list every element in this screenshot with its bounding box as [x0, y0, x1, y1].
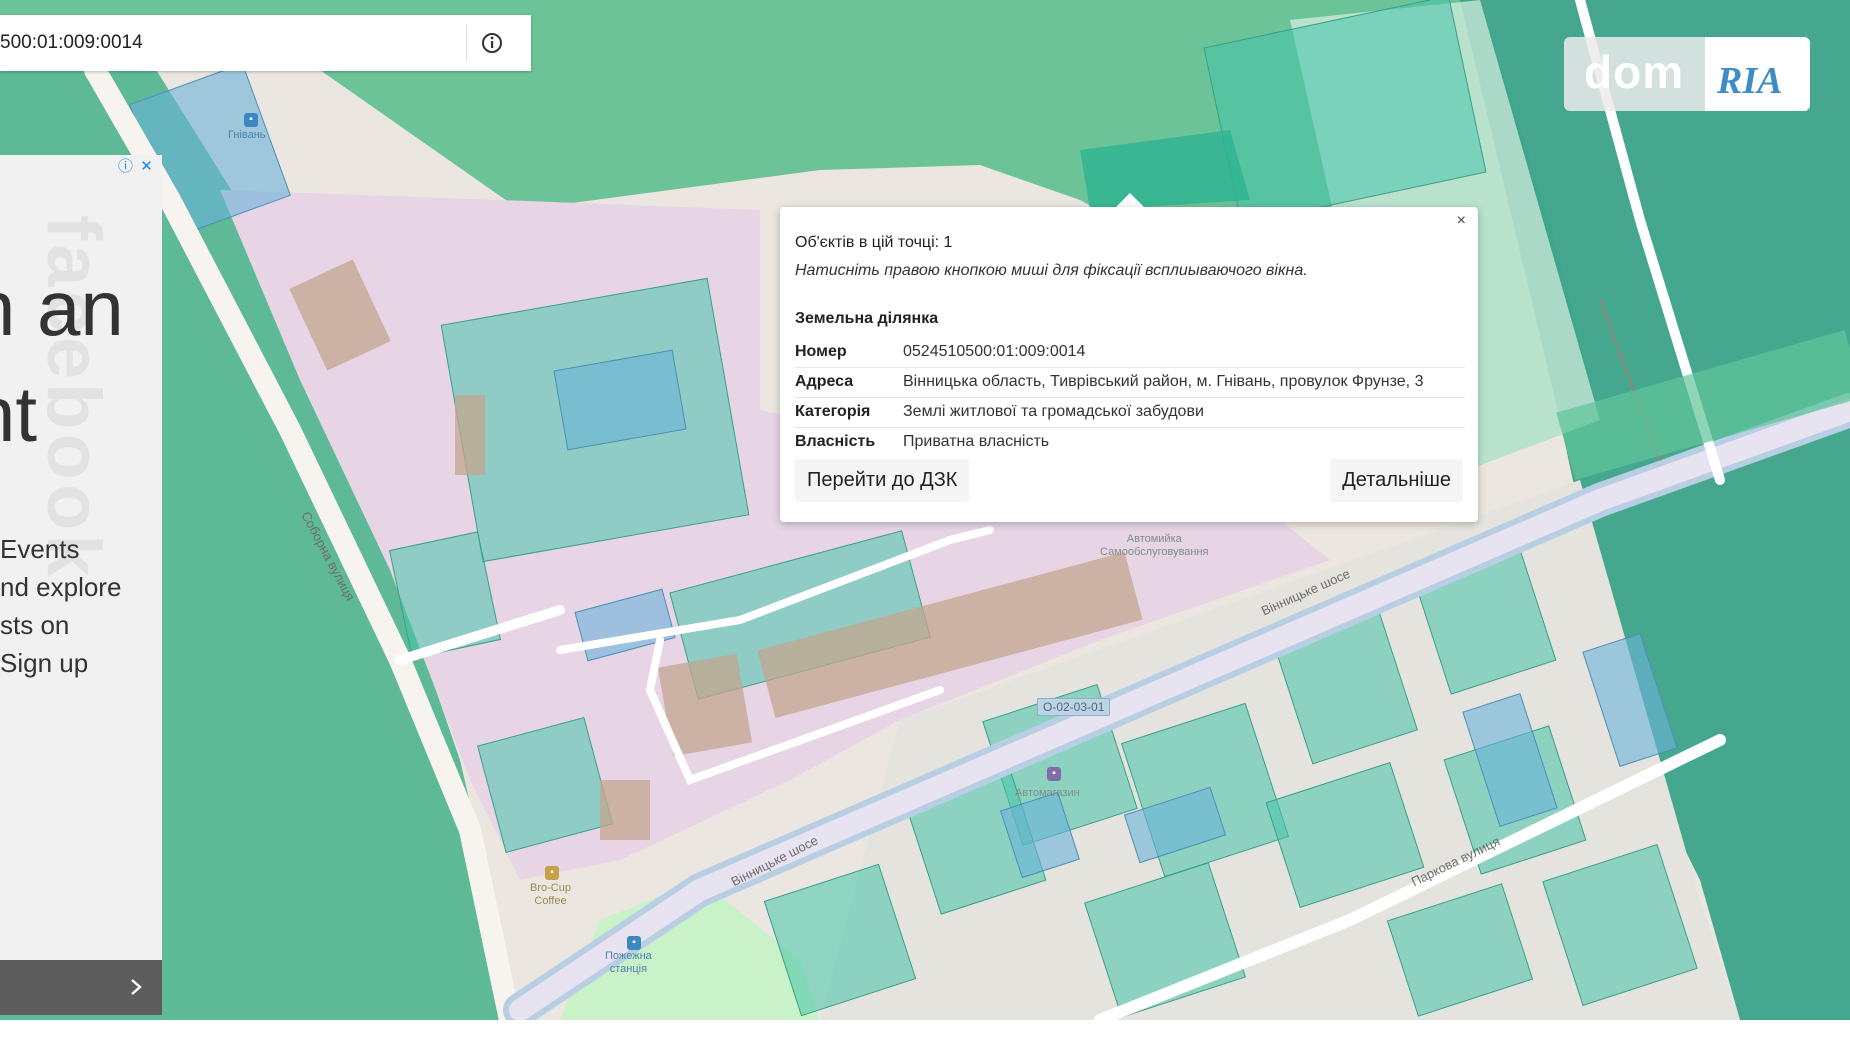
shop-icon[interactable]: ▪: [1047, 767, 1061, 781]
parcel-row-label: Номер: [795, 343, 847, 360]
parcel-row-label: Категорія: [795, 403, 871, 420]
poi-label-fire-station: Пожежна станція: [605, 950, 652, 975]
search-bar: [0, 15, 531, 71]
parcel-row-number: Номер 0524510500:01:009:0014: [795, 338, 1465, 368]
popup-close-button[interactable]: ×: [1457, 212, 1466, 230]
brand-ria-badge: RIA: [1705, 37, 1810, 111]
search-input[interactable]: [0, 15, 460, 71]
brand-ria-text: RIA: [1717, 60, 1783, 102]
poi-label-carwash: Автомийка Самообслуговування: [1100, 533, 1209, 558]
fire-station-icon[interactable]: ▪: [627, 936, 641, 950]
poi-label-shop: Автомагазин: [1015, 787, 1080, 799]
ad-info-icon[interactable]: ⓘ: [118, 158, 133, 175]
brand-logo: dom RIA: [1564, 37, 1810, 111]
details-button[interactable]: Детальніше: [1330, 459, 1463, 502]
poi-label-hnivan: Гнівань: [228, 129, 266, 141]
popup-hint: Натисніть правою кнопкою миші для фіксац…: [795, 262, 1308, 279]
advert-body: Events nd explore sts on Sign up: [0, 534, 122, 678]
road-code-badge: О-02-03-01: [1037, 698, 1111, 716]
popup-object-count: Об'єктів в цій точці: 1: [795, 234, 953, 251]
parcel-row-label: Власність: [795, 433, 876, 450]
advert-headline: n annt: [0, 264, 124, 458]
parcel-row-address: Адреса Вінницька область, Тиврівський ра…: [795, 368, 1465, 398]
chevron-right-icon[interactable]: [126, 977, 146, 997]
brand-dom-text: dom: [1584, 46, 1685, 98]
parcel-row-value: Приватна власність: [903, 433, 1050, 450]
bus-stop-icon[interactable]: ▪: [244, 113, 258, 127]
ad-close-icon[interactable]: ✕: [140, 158, 153, 175]
popup-section-title: Земельна ділянка: [795, 310, 939, 327]
advert-footer[interactable]: [0, 960, 162, 1015]
info-icon[interactable]: [479, 30, 505, 56]
go-to-dzk-button[interactable]: Перейти до ДЗК: [795, 459, 970, 502]
cafe-icon[interactable]: ▪: [545, 866, 559, 880]
parcel-row-value: Землі житлової та громадської забудови: [903, 403, 1204, 420]
poi-label-cafe: Bro-Cup Coffee: [530, 882, 571, 907]
popup-pointer: [1116, 193, 1144, 207]
parcel-row-ownership: Власність Приватна власність: [795, 428, 1465, 457]
parcel-row-value: Вінницька область, Тиврівський район, м.…: [903, 373, 1424, 390]
parcel-row-category: Категорія Землі житлової та громадської …: [795, 398, 1465, 428]
parcel-info-popup: × Об'єктів в цій точці: 1 Натисніть прав…: [780, 207, 1478, 522]
parcel-row-label: Адреса: [795, 373, 854, 390]
advert-controls[interactable]: ⓘ ✕: [118, 155, 153, 176]
search-divider: [466, 25, 467, 61]
parcel-row-value: 0524510500:01:009:0014: [903, 343, 1086, 360]
advert-panel[interactable]: facebook ⓘ ✕ n annt Eventsnd explorests …: [0, 155, 162, 1015]
